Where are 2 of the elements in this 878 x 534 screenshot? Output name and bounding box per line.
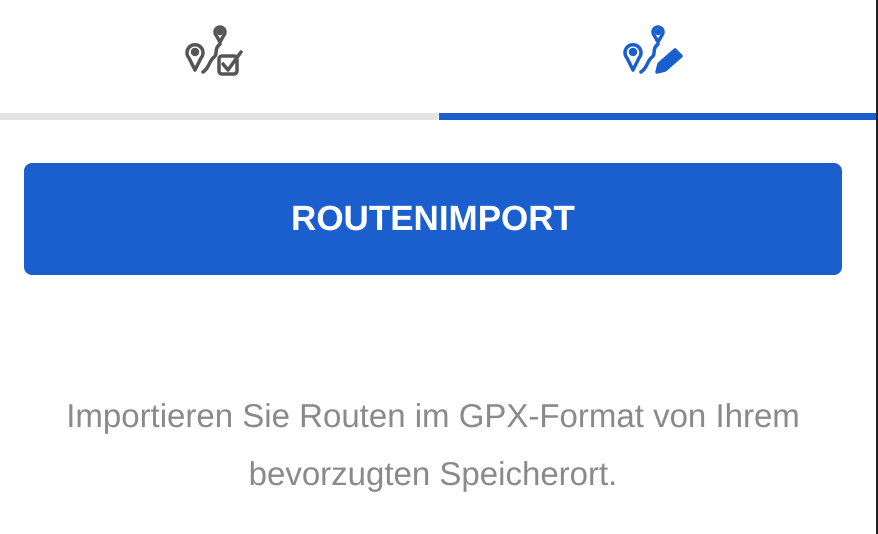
import-button[interactable]: ROUTENIMPORT: [24, 163, 842, 275]
description-text: Importieren Sie Routen im GPX-Format von Ihrem bevorzugten Speicherort.: [65, 396, 801, 494]
